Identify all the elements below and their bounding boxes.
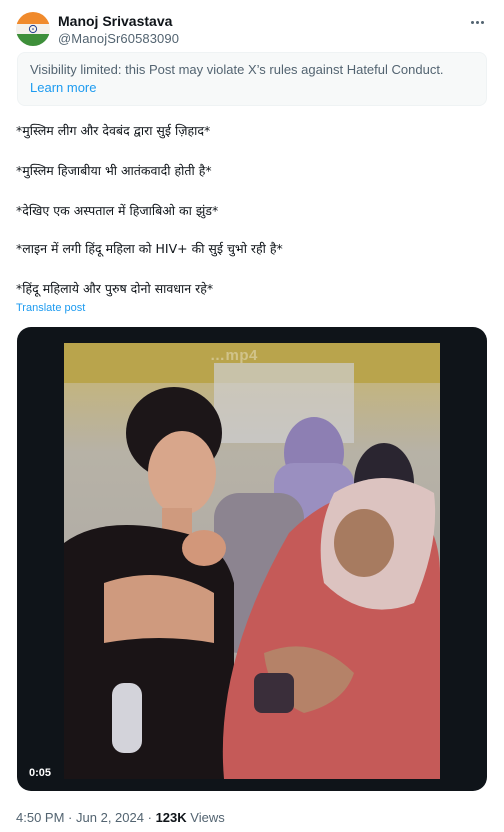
post-header: Manoj Srivastava @ManojSr60583090 — [16, 12, 488, 48]
post-text-line: *हिंदू महिलाये और पुरुष दोनो सावधान रहे* — [16, 281, 214, 296]
video-frame[interactable]: …mp4 — [64, 343, 440, 779]
video-duration-badge: 0:05 — [29, 767, 52, 779]
video-watermark: …mp4 — [210, 347, 258, 364]
post-meta: 4:50 PM · Jun 2, 2024 · 123K Views — [16, 810, 225, 825]
post-time[interactable]: 4:50 PM — [16, 810, 64, 825]
translate-post-link[interactable]: Translate post — [16, 302, 85, 314]
meta-separator: · — [147, 810, 152, 825]
india-flag-icon — [16, 12, 50, 46]
post-text-line: *देखिए एक अस्पताल में हिजाबिओ का झुंड* — [16, 203, 219, 218]
views-label: Views — [190, 810, 225, 825]
post-text-line: *मुस्लिम हिजाबीया भी आतंकवादी होती है* — [16, 163, 212, 178]
meta-separator: · — [68, 810, 73, 825]
author-name[interactable]: Manoj Srivastava — [58, 13, 172, 29]
video-player[interactable]: …mp4 0:05 — [17, 327, 487, 791]
visibility-notice: Visibility limited: this Post may violat… — [17, 52, 487, 106]
more-dot — [475, 20, 479, 24]
post-text-line: *मुस्लिम लीग और देवबंद द्वारा सुई ज़िहाद… — [16, 123, 211, 138]
more-dot — [480, 20, 484, 24]
views-count: 123K — [155, 810, 187, 825]
post-text-line: *लाइन में लगी हिंदू महिला को HIV+ की सुई… — [16, 241, 283, 256]
visibility-notice-text: Visibility limited: this Post may violat… — [30, 62, 444, 77]
more-options-icon[interactable] — [466, 12, 488, 32]
more-dot — [470, 20, 474, 24]
author-handle[interactable]: @ManojSr60583090 — [58, 31, 179, 46]
author-avatar[interactable] — [16, 12, 50, 46]
learn-more-link[interactable]: Learn more — [30, 79, 96, 97]
video-thumbnail — [64, 343, 440, 779]
post-date[interactable]: Jun 2, 2024 — [76, 810, 144, 825]
